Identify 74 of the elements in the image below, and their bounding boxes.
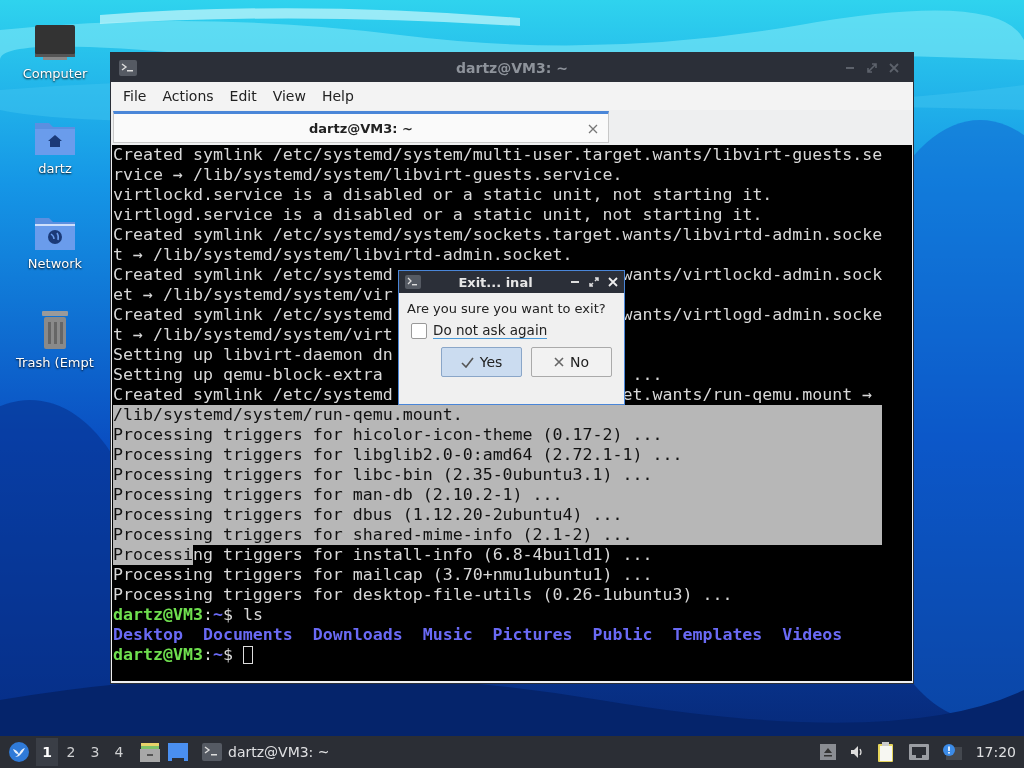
terminal-text: t → /lib/systemd/system/virt bbox=[113, 325, 393, 345]
terminal-text: t → /lib/systemd/system/libvirtd-admin.socket. bbox=[113, 245, 573, 265]
terminal-view[interactable] bbox=[112, 145, 912, 681]
terminal-tab[interactable]: dartz@VM3: ~ bbox=[113, 111, 609, 143]
clipboard-icon[interactable] bbox=[877, 742, 896, 762]
workspace-button[interactable]: 3 bbox=[84, 738, 106, 766]
terminal-text: rvice → /lib/systemd/system/libvirt-guests.service. bbox=[113, 165, 623, 185]
workspace-button[interactable]: 2 bbox=[60, 738, 82, 766]
workspace-button[interactable]: 4 bbox=[108, 738, 130, 766]
terminal-text: wants/virtlockd-admin.sock bbox=[622, 265, 883, 285]
terminal-text: et.wants/run-qemu.mount → bbox=[622, 385, 873, 405]
terminal-text: et → /lib/systemd/system/vir bbox=[113, 285, 393, 305]
terminal-text: virtlockd.service is a disabled or a static unit, not starting it. bbox=[113, 185, 773, 205]
shell-prompt: dartz@VM3:~$ ls bbox=[113, 605, 263, 625]
terminal-text: Created symlink /etc/systemd bbox=[113, 385, 393, 405]
terminal-text: Processing triggers for hicolor-icon-theme (0.17-2) ... bbox=[113, 425, 663, 445]
directory-name: Desktop bbox=[113, 625, 183, 645]
dialog-title: Exit... inal bbox=[457, 274, 534, 290]
directory-name: Documents bbox=[202, 625, 293, 645]
dialog-message: Are you sure you want to exit? bbox=[407, 301, 607, 316]
terminal-text: Processing triggers for libglib2.0-0:amd64 (2.72.1-1) ... bbox=[113, 445, 683, 465]
terminal-text: Setting up libvirt-daemon dn bbox=[113, 345, 393, 365]
cross-icon bbox=[553, 357, 564, 367]
terminal-text: Created symlink /etc/systemd bbox=[113, 265, 393, 285]
directory-name: Music bbox=[422, 625, 473, 645]
checkbox[interactable] bbox=[411, 322, 427, 339]
clock[interactable]: 17:20 bbox=[975, 744, 1016, 760]
yes-button[interactable]: Yes bbox=[441, 347, 522, 377]
no-button[interactable]: No bbox=[531, 347, 612, 377]
terminal-text: Created symlink /etc/systemd/system/sockets.target.wants/libvirtd-admin.socke bbox=[113, 225, 883, 245]
terminal-text: Processing triggers for libc-bin (2.35-0ubuntu3.1) ... bbox=[113, 465, 653, 485]
terminal-text: Processing triggers for shared-mime-info (2.1-2) ... bbox=[113, 525, 633, 545]
monitor-icon[interactable] bbox=[34, 24, 76, 62]
terminal-icon bbox=[405, 275, 421, 289]
menu-item[interactable]: Actions bbox=[154, 86, 222, 106]
terminal-text: Processi bbox=[113, 545, 193, 565]
terminal-text: Processing triggers for dbus (1.12.20-2ubuntu4) ... bbox=[113, 505, 623, 525]
start-menu-icon[interactable] bbox=[8, 741, 30, 763]
terminal-icon bbox=[119, 59, 137, 76]
checkbox-label[interactable]: Do not ask again bbox=[433, 322, 548, 339]
checkmark-icon bbox=[460, 356, 474, 368]
terminal-text: ng triggers for install-info (6.8-4build1) ... bbox=[192, 545, 653, 565]
menu-item[interactable]: Help bbox=[313, 86, 362, 106]
directory-name: Pictures bbox=[492, 625, 573, 645]
menu-item[interactable]: File bbox=[115, 86, 155, 106]
terminal-text: Processing triggers for desktop-file-utils (0.26-1ubuntu3) ... bbox=[113, 585, 733, 605]
terminal-icon bbox=[202, 743, 222, 761]
file-cabinet-icon[interactable] bbox=[140, 742, 160, 762]
menu-item[interactable]: View bbox=[264, 86, 314, 106]
terminal-text: wants/virtlogd-admin.socke bbox=[622, 305, 883, 325]
taskbar-task[interactable]: dartz@VM3: ~ bbox=[202, 743, 330, 761]
terminal-text: virtlogd.service is a disabled or a static unit, not starting it. bbox=[113, 205, 763, 225]
desktop-icon[interactable] bbox=[168, 743, 188, 761]
terminal-text: ... bbox=[631, 365, 663, 385]
directory-name: Videos bbox=[782, 625, 843, 645]
directory-name: Downloads bbox=[312, 625, 403, 645]
volume-icon[interactable] bbox=[848, 744, 865, 760]
directory-name: Templates bbox=[672, 625, 763, 645]
terminal-text: Setting up qemu-block-extra bbox=[113, 365, 383, 385]
notification-icon[interactable] bbox=[941, 744, 962, 760]
network-port-icon[interactable] bbox=[908, 744, 929, 760]
terminal-text: Processing triggers for mailcap (3.70+nmu1ubuntu1) ... bbox=[113, 565, 653, 585]
workspace-button[interactable]: 1 bbox=[36, 738, 58, 766]
window-title: dartz@VM3: ~ bbox=[456, 59, 568, 76]
desktop-icon-label[interactable]: Trash (Empt bbox=[16, 355, 94, 370]
terminal-text: Processing triggers for man-db (2.10.2-1) ... bbox=[113, 485, 563, 505]
shell-prompt: dartz@VM3:~$ bbox=[113, 645, 234, 665]
directory-name: Public bbox=[592, 625, 653, 645]
terminal-text: /lib/systemd/system/run-qemu.mount. bbox=[113, 405, 463, 425]
menu-item[interactable]: Edit bbox=[221, 86, 265, 106]
eject-icon[interactable] bbox=[819, 744, 836, 760]
terminal-text: Created symlink /etc/systemd/system/multi-user.target.wants/libvirt-guests.se bbox=[113, 145, 883, 165]
terminal-text: Created symlink /etc/systemd bbox=[113, 305, 393, 325]
desktop-icon-label[interactable]: Network bbox=[27, 256, 83, 271]
